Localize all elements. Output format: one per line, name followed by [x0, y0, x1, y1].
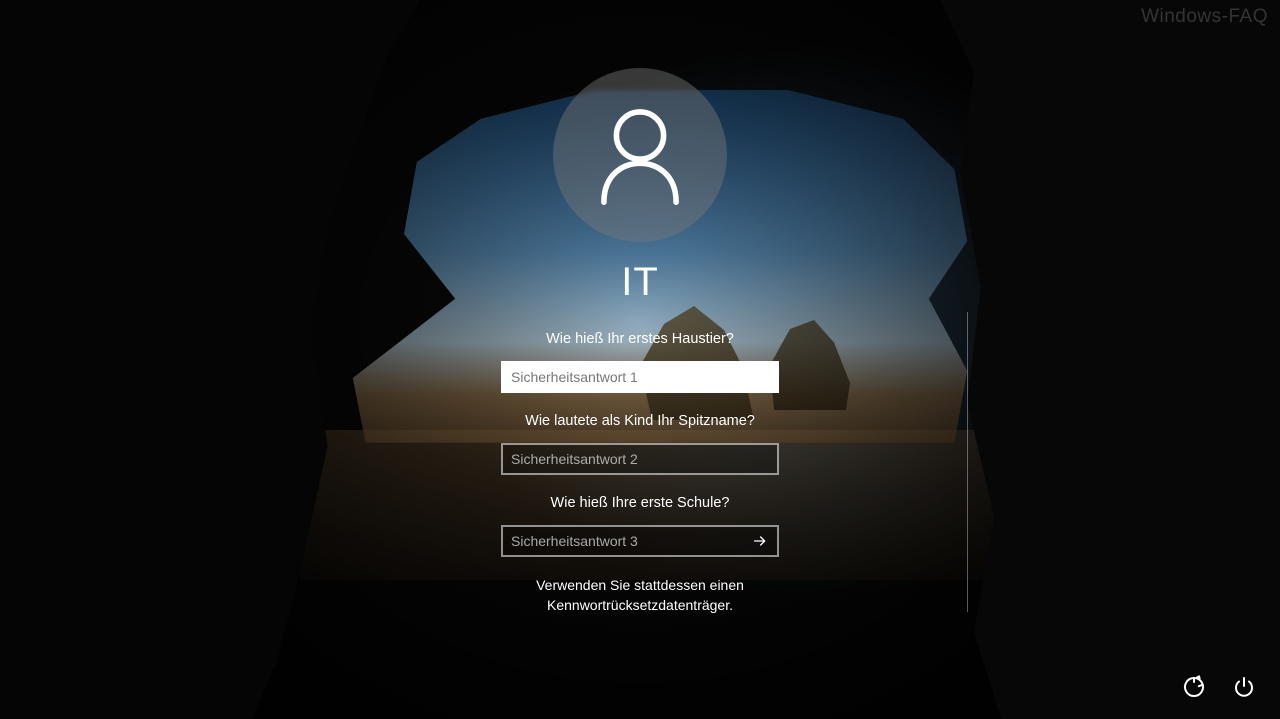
password-reset-disk-link[interactable]: Verwenden Sie stattdessen einen Kennwort… [500, 575, 780, 616]
arrow-right-icon [752, 533, 768, 549]
security-question-2: Wie lautete als Kind Ihr Spitzname? [525, 413, 755, 429]
ease-of-access-button[interactable] [1180, 673, 1208, 701]
watermark-text: Windows-FAQ [1141, 6, 1268, 28]
ease-of-access-icon [1182, 675, 1206, 699]
submit-button[interactable] [743, 525, 779, 557]
power-icon [1232, 675, 1256, 699]
lock-screen: Windows-FAQ IT Wie hieß Ihr erstes Haust… [0, 0, 1280, 719]
security-answer-input-1[interactable] [501, 361, 779, 393]
vertical-separator [967, 312, 968, 612]
background-cave-right [940, 0, 1280, 719]
username-label: IT [621, 260, 659, 305]
security-answer-row-3 [501, 525, 779, 557]
security-answer-input-2[interactable] [501, 443, 779, 475]
security-answer-row-2 [501, 443, 779, 475]
security-answer-row-1 [501, 361, 779, 393]
security-question-3: Wie hieß Ihre erste Schule? [551, 495, 730, 511]
power-button[interactable] [1230, 673, 1258, 701]
user-icon [595, 105, 685, 205]
security-question-1: Wie hieß Ihr erstes Haustier? [546, 331, 734, 347]
security-answer-input-3[interactable] [501, 525, 743, 557]
login-panel: IT Wie hieß Ihr erstes Haustier? Wie lau… [430, 68, 850, 616]
user-avatar [553, 68, 727, 242]
system-buttons [1180, 673, 1258, 701]
